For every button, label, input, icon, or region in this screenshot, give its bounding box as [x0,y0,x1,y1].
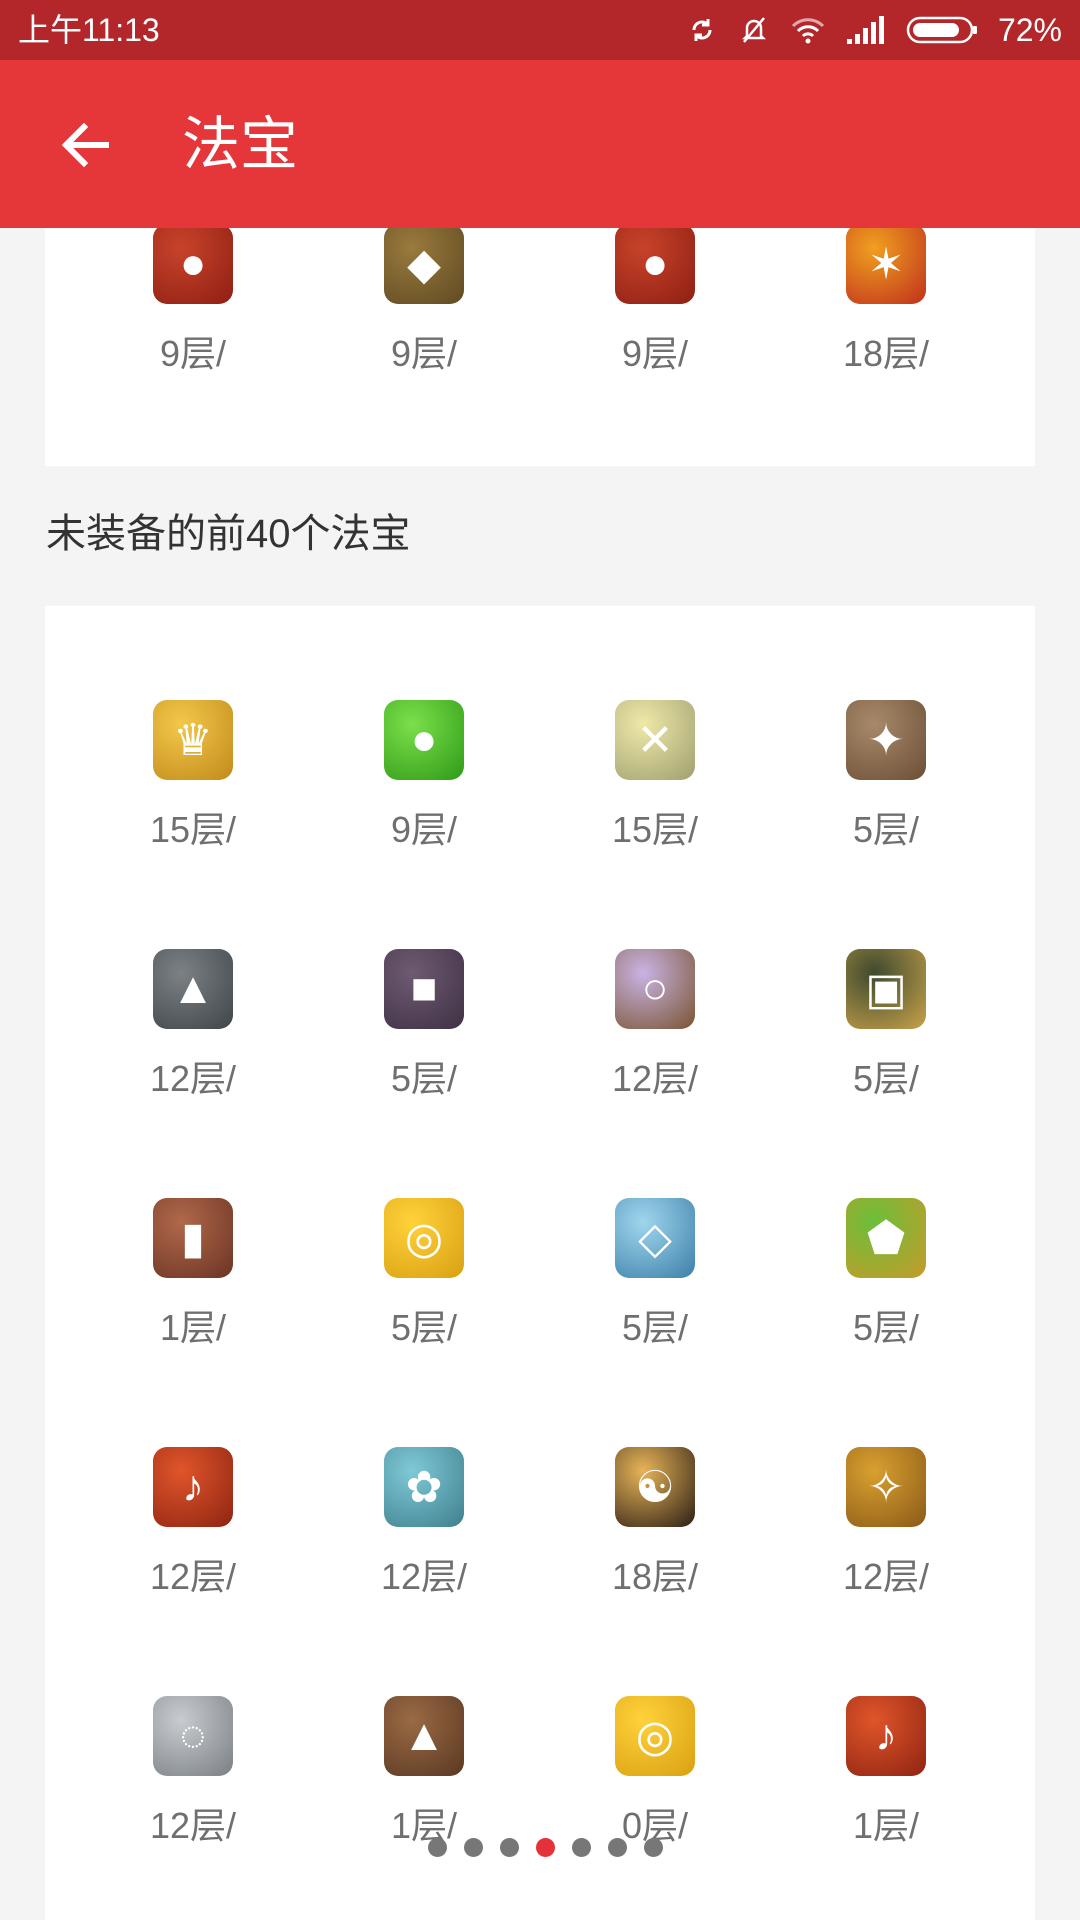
wifi-icon [791,18,825,44]
unequipped-item-label: 12层/ [611,1058,699,1099]
unequipped-item-label: 12层/ [149,1805,237,1846]
prayer-beads-icon: ◌ [153,1696,233,1776]
dragon-pendant-icon: ⬟ [846,1198,926,1278]
unequipped-item[interactable]: ✿ 12层/ [334,1447,514,1647]
page-dot[interactable] [644,1838,663,1857]
unequipped-item[interactable]: ◇ 5层/ [565,1198,745,1398]
unequipped-card: ♛ 15层/ ● 9层/ ✕ 15层/ ✦ 5层/ ▲ 12层/ ■ 5层/ ○ 12层/ ▣ 5层/ ▮ 1层/… [45,606,1035,1920]
green-gourd-icon: ● [384,700,464,780]
status-bar: 上午11:13 72% [0,0,1080,60]
golden-rope-icon: ◎ [615,1696,695,1776]
unequipped-item-label: 5层/ [390,1058,458,1099]
unequipped-item[interactable]: ▲ 1层/ [334,1696,514,1896]
unequipped-item-label: 15层/ [611,809,699,850]
voodoo-doll-icon: ✦ [846,700,926,780]
equipped-item[interactable]: ◆ 9层/ [334,228,514,424]
unequipped-item-label: 5层/ [390,1307,458,1348]
unequipped-item[interactable]: ◎ 5层/ [334,1198,514,1398]
flame-drum-icon: ✶ [846,228,926,304]
unequipped-item[interactable]: ♪ 1层/ [796,1696,976,1896]
unequipped-item-label: 12层/ [380,1556,468,1597]
unequipped-item[interactable]: ☯ 18层/ [565,1447,745,1647]
hand-mirror-icon: ○ [615,949,695,1029]
unequipped-item-label: 1层/ [159,1307,227,1348]
page-dot[interactable] [608,1838,627,1857]
unequipped-item-label: 12层/ [842,1556,930,1597]
unequipped-item[interactable]: ⬟ 5层/ [796,1198,976,1398]
unequipped-item[interactable]: ✦ 5层/ [796,700,976,900]
unequipped-item-label: 1层/ [852,1805,920,1846]
page-dot[interactable] [464,1838,483,1857]
jade-flute-icon: ◇ [615,1198,695,1278]
equipped-item-label: 9层/ [159,333,227,374]
unequipped-item-label: 18层/ [611,1556,699,1597]
red-drum-icon: ● [615,228,695,304]
unequipped-item[interactable]: ▲ 12层/ [103,949,283,1149]
bronze-pouch-icon: ◆ [384,228,464,304]
unequipped-section-title: 未装备的前40个法宝 [46,512,411,556]
equipped-item[interactable]: ✶ 18层/ [796,228,976,424]
page-indicator [428,1838,663,1857]
page-dot[interactable] [572,1838,591,1857]
page-dot[interactable] [536,1838,555,1857]
treasure-list[interactable]: ● 9层/ ◆ 9层/ ● 9层/ ✶ 18层/ 未装备的前40个法宝 ♛ 15层/ ● 9层/ ✕ 1… [0,228,1080,1920]
unequipped-item-label: 12层/ [149,1058,237,1099]
equipped-item-label: 9层/ [390,333,458,374]
page-title: 法宝 [182,112,299,177]
equipped-item-label: 18层/ [842,333,930,374]
jade-figure-icon: ✿ [384,1447,464,1527]
status-icons: 72% [686,10,1062,50]
red-bell-icon: ♪ [846,1696,926,1776]
battery-icon [906,16,977,44]
unequipped-item[interactable]: ◎ 0层/ [565,1696,745,1896]
hanging-banner-icon: ▮ [153,1198,233,1278]
unequipped-item-label: 5层/ [852,1307,920,1348]
sync-icon [692,19,712,41]
unequipped-item-label: 15层/ [149,809,237,850]
stone-lantern-icon: ▲ [153,949,233,1029]
unequipped-item[interactable]: ▣ 5层/ [796,949,976,1149]
unequipped-item-label: 5层/ [852,1058,920,1099]
unequipped-item[interactable]: ♛ 15层/ [103,700,283,900]
unequipped-item[interactable]: ✕ 15层/ [565,700,745,900]
equipped-item[interactable]: ● 9层/ [565,228,745,424]
unequipped-item[interactable]: ✧ 12层/ [796,1447,976,1647]
unequipped-item[interactable]: ■ 5层/ [334,949,514,1149]
golden-rope-icon: ◎ [384,1198,464,1278]
unequipped-item[interactable]: ▮ 1层/ [103,1198,283,1398]
equipped-item[interactable]: ● 9层/ [103,228,283,424]
status-time: 上午11:13 [18,12,160,48]
unequipped-item[interactable]: ○ 12层/ [565,949,745,1149]
battery-percent: 72% [997,12,1062,48]
page-dot[interactable] [428,1838,447,1857]
unequipped-item-label: 5层/ [852,809,920,850]
paper-doll-icon: ✕ [615,700,695,780]
muted-bell-icon [741,17,766,43]
arrow-left-icon [61,122,109,168]
unequipped-item[interactable]: ♪ 12层/ [103,1447,283,1647]
wooden-seal-icon: ▲ [384,1696,464,1776]
equipped-card: ● 9层/ ◆ 9层/ ● 9层/ ✶ 18层/ [45,228,1035,466]
unequipped-item-label: 5层/ [621,1307,689,1348]
yin-yang-scroll-icon: ☯ [615,1447,695,1527]
red-drum-icon: ● [153,228,233,304]
red-bell-icon: ♪ [153,1447,233,1527]
app-bar: 法宝 [0,60,1080,228]
purple-box-icon: ■ [384,949,464,1029]
back-button[interactable] [40,100,130,190]
equipped-item-label: 9层/ [621,333,689,374]
unequipped-item[interactable]: ● 9层/ [334,700,514,900]
treasure-chest-icon: ▣ [846,949,926,1029]
unequipped-item-label: 9层/ [390,809,458,850]
page-dot[interactable] [500,1838,519,1857]
signal-icon [846,16,884,44]
unequipped-item-label: 12层/ [149,1556,237,1597]
unequipped-item[interactable]: ◌ 12层/ [103,1696,283,1896]
golden-crown-icon: ♛ [153,700,233,780]
feather-fan-icon: ✧ [846,1447,926,1527]
